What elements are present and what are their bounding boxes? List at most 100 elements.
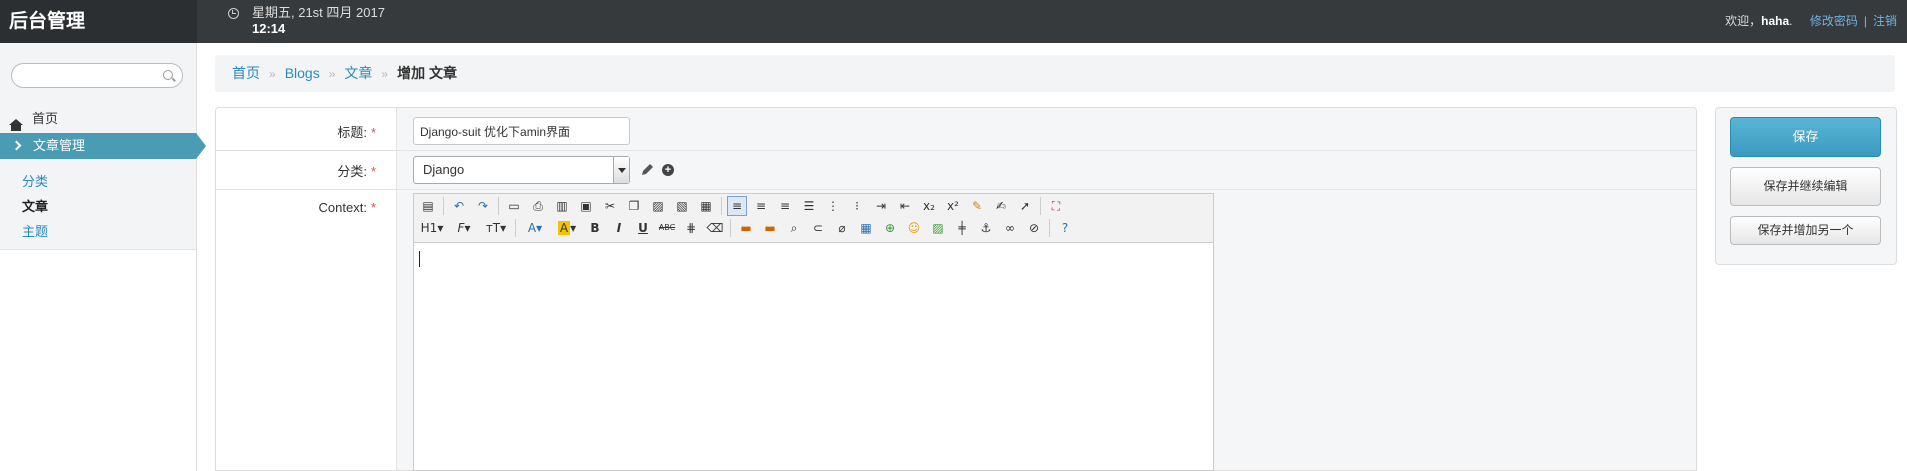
link-icon[interactable]: ⊂ [808, 218, 828, 238]
brand-title[interactable]: 后台管理 [0, 0, 197, 43]
table-icon[interactable]: ▦ [856, 218, 876, 238]
indent-icon[interactable]: ⇥ [871, 196, 891, 216]
align-right-icon[interactable]: ≡ [775, 196, 795, 216]
align-center-icon[interactable]: ≡ [751, 196, 771, 216]
sidebar-subitem-article[interactable]: 文章 [22, 194, 48, 219]
breadcrumb-divider: » [328, 67, 336, 81]
source-code-icon[interactable]: ▤ [418, 196, 438, 216]
template-icon[interactable]: ▥ [552, 196, 572, 216]
strikethrough-button[interactable]: ABC [657, 218, 677, 238]
context-label: Context: * [216, 200, 376, 215]
sidebar-subnav: 分类 文章 主题 [22, 169, 48, 244]
add-category-icon[interactable]: + [662, 164, 674, 176]
undo-icon[interactable]: ↶ [449, 196, 469, 216]
align-left-icon[interactable]: ≡ [727, 196, 747, 216]
align-justify-icon[interactable]: ☰ [799, 196, 819, 216]
sidebar-item-home[interactable]: 首页 [9, 109, 58, 131]
clock-icon [228, 8, 239, 19]
highlight-dropdown[interactable]: A ▾ [553, 218, 581, 238]
category-selected-value: Django [423, 162, 465, 177]
breadcrumb: 首页 » Blogs » 文章 » 增加 文章 [215, 55, 1895, 92]
insert-row-icon[interactable]: ▬ [736, 218, 756, 238]
save-button[interactable]: 保存 [1730, 117, 1881, 157]
toolbar-separator [1040, 197, 1041, 215]
row-divider [216, 189, 1696, 190]
username-dot: . [1789, 14, 1793, 28]
emoji-icon[interactable]: ☺ [904, 218, 924, 238]
breadcrumb-divider: » [269, 67, 276, 81]
insert-line-icon[interactable]: ⊕ [880, 218, 900, 238]
redo-icon[interactable]: ↷ [473, 196, 493, 216]
eraser-icon[interactable]: ⌫ [705, 218, 725, 238]
heading-dropdown[interactable]: H1▾ [418, 218, 446, 238]
search-input[interactable] [22, 64, 162, 86]
logout-link[interactable]: 注销 [1873, 14, 1897, 28]
breadcrumb-articles[interactable]: 文章 [344, 65, 372, 81]
font-size-dropdown[interactable]: тT▾ [482, 218, 510, 238]
help-icon[interactable]: ? [1055, 218, 1075, 238]
breadcrumb-divider: » [381, 67, 389, 81]
editor-content-area[interactable] [414, 244, 1213, 470]
superscript-icon[interactable]: x² [943, 196, 963, 216]
ordered-list-icon[interactable]: ⋮ [823, 196, 843, 216]
rich-text-editor: ▤ ↶ ↷ ▭ ⎙ ▥ ▣ ✂ ❐ ▨ ▧ ▦ ≡ ≡ ≡ ☰ ⋮ ⁝ ⇥ ⇤ x₂ x² ✎ ✍ ➚ ⛶ H1▾ F▾ тT▾ A▾ A… [413, 193, 1214, 471]
font-family-dropdown[interactable]: F▾ [450, 218, 478, 238]
sidebar-search [11, 63, 183, 88]
breadcrumb-blogs[interactable]: Blogs [285, 65, 320, 81]
underline-button[interactable]: U [633, 218, 653, 238]
unordered-list-icon[interactable]: ⁝ [847, 196, 867, 216]
anchor-icon[interactable]: ⚓ [976, 218, 996, 238]
insert-column-icon[interactable]: ▬ [760, 218, 780, 238]
paste-icon[interactable]: ▨ [648, 196, 668, 216]
paste-word-icon[interactable]: ▦ [696, 196, 716, 216]
user-tools-separator: | [1863, 14, 1867, 28]
clear-format-icon[interactable]: ✎ [967, 196, 987, 216]
font-color-dropdown[interactable]: A▾ [521, 218, 549, 238]
sidebar-item-article-management[interactable]: 文章管理 [0, 133, 206, 159]
heading-label: H1 [420, 221, 438, 235]
home-icon [9, 119, 23, 131]
category-label: 分类: * [216, 161, 376, 180]
cut-icon[interactable]: ✂ [600, 196, 620, 216]
toolbar-row: ▤ ↶ ↷ ▭ ⎙ ▥ ▣ ✂ ❐ ▨ ▧ ▦ ≡ ≡ ≡ ☰ ⋮ ⁝ ⇥ ⇤ x₂ x² ✎ ✍ ➚ ⛶ [418, 196, 1070, 218]
print-icon[interactable]: ⎙ [528, 196, 548, 216]
copy-icon[interactable]: ❐ [624, 196, 644, 216]
font-color-label: A [527, 221, 537, 235]
page-break-icon[interactable]: ╪ [952, 218, 972, 238]
attachment-icon[interactable]: ⌀ [832, 218, 852, 238]
sidebar-item-label: 文章管理 [33, 138, 86, 153]
search-icon[interactable] [163, 70, 173, 80]
pointer-icon[interactable]: ➚ [1015, 196, 1035, 216]
category-select[interactable]: Django [413, 156, 630, 184]
context-label-text: Context: [318, 200, 367, 215]
preview-icon[interactable]: ▭ [504, 196, 524, 216]
title-label: 标题: * [216, 122, 376, 141]
title-input[interactable] [413, 117, 630, 145]
breadcrumb-home[interactable]: 首页 [232, 65, 260, 81]
select-all-icon[interactable]: ✍ [991, 196, 1011, 216]
border-icon[interactable]: ⋕ [681, 218, 701, 238]
bold-button[interactable]: B [585, 218, 605, 238]
save-add-another-button[interactable]: 保存并增加另一个 [1730, 216, 1881, 245]
image-icon[interactable]: ▨ [928, 218, 948, 238]
header-date: 星期五, 21st 四月 2017 [252, 5, 385, 20]
code-block-icon[interactable]: ▣ [576, 196, 596, 216]
change-password-link[interactable]: 修改密码 [1810, 14, 1858, 28]
save-continue-button[interactable]: 保存并继续编辑 [1730, 167, 1881, 206]
pencil-icon[interactable] [640, 163, 654, 177]
paste-text-icon[interactable]: ▧ [672, 196, 692, 216]
toolbar-separator [498, 197, 499, 215]
chevron-down-icon[interactable] [613, 157, 629, 183]
welcome-text: 欢迎， [1725, 14, 1762, 28]
image-gallery-icon[interactable]: ⌕ [784, 218, 804, 238]
unlink-icon[interactable]: ⊘ [1024, 218, 1044, 238]
hyperlink-icon[interactable]: ∞ [1000, 218, 1020, 238]
left-sidebar: 首页 文章管理 分类 文章 主题 [0, 43, 206, 471]
fullscreen-icon[interactable]: ⛶ [1046, 196, 1066, 216]
sidebar-subitem-theme[interactable]: 主题 [22, 219, 48, 244]
subscript-icon[interactable]: x₂ [919, 196, 939, 216]
category-label-text: 分类: [337, 164, 367, 179]
outdent-icon[interactable]: ⇤ [895, 196, 915, 216]
sidebar-subitem-category[interactable]: 分类 [22, 169, 48, 194]
italic-button[interactable]: I [609, 218, 629, 238]
